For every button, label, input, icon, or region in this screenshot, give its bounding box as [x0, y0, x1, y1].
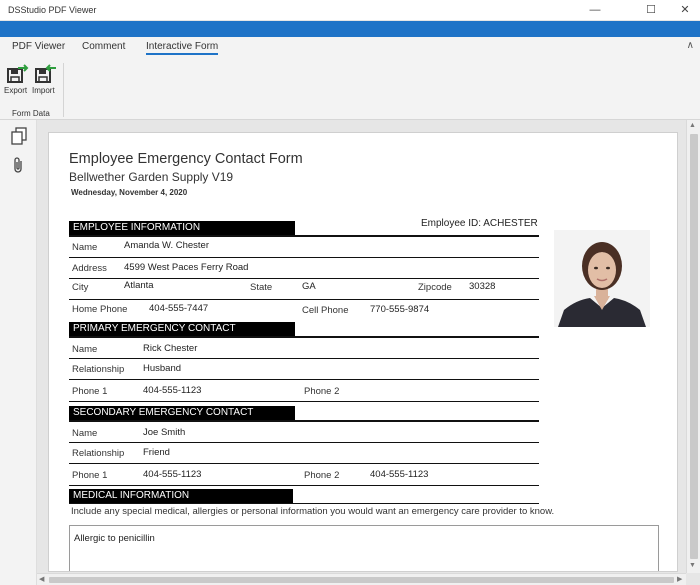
zipcode-field[interactable]: 30328 [469, 281, 495, 292]
divider [69, 379, 539, 380]
group-separator [63, 63, 64, 117]
ribbon-collapse-button[interactable]: ∧ [687, 40, 694, 51]
ribbon-body: Export Import Form Data [0, 59, 700, 120]
divider [69, 485, 539, 486]
secondary-name-field[interactable]: Joe Smith [143, 427, 185, 438]
secondary-name-label: Name [72, 428, 98, 439]
primary-name-label: Name [72, 344, 98, 355]
primary-relationship-label: Relationship [72, 364, 125, 375]
divider [69, 401, 539, 402]
primary-name-field[interactable]: Rick Chester [143, 343, 197, 354]
address-field[interactable]: 4599 West Paces Ferry Road [124, 262, 248, 273]
address-label: Address [72, 263, 107, 274]
vertical-scrollbar[interactable]: ▲ ▼ [686, 120, 700, 573]
scroll-up-icon[interactable]: ▲ [689, 122, 696, 129]
ribbon-tabs: PDF Viewer Comment Interactive Form ∧ [0, 37, 700, 59]
attachment-icon[interactable] [10, 156, 28, 174]
secondary-phone1-label: Phone 1 [72, 470, 108, 481]
divider [69, 235, 539, 237]
home-phone-field[interactable]: 404-555-7447 [149, 303, 208, 314]
window-title: DSStudio PDF Viewer [8, 5, 97, 15]
minimize-button[interactable]: — [580, 0, 610, 21]
person-photo-icon [554, 230, 650, 327]
secondary-phone1-field[interactable]: 404-555-1123 [143, 469, 201, 480]
cell-phone-field[interactable]: 770-555-9874 [370, 304, 429, 315]
medical-info-field[interactable]: Allergic to penicillin [69, 525, 659, 571]
import-icon [35, 64, 56, 83]
divider [69, 420, 539, 422]
home-phone-label: Home Phone [72, 304, 128, 315]
vertical-scroll-thumb[interactable] [690, 134, 698, 559]
tab-interactive-form[interactable]: Interactive Form [146, 41, 219, 55]
divider [69, 463, 539, 464]
state-field[interactable]: GA [302, 281, 316, 292]
form-subtitle: Bellwether Garden Supply V19 [69, 170, 234, 184]
employee-info-heading: EMPLOYEE INFORMATION [69, 221, 295, 235]
import-button[interactable]: Import [32, 63, 60, 95]
name-label: Name [72, 242, 98, 253]
export-label: Export [4, 86, 28, 95]
divider [69, 442, 539, 443]
primary-contact-heading: PRIMARY EMERGENCY CONTACT [69, 322, 295, 336]
export-icon [7, 64, 29, 83]
primary-relationship-field[interactable]: Husband [143, 363, 181, 374]
secondary-relationship-label: Relationship [72, 448, 125, 459]
export-button[interactable]: Export [4, 63, 32, 95]
horizontal-scrollbar[interactable]: ◀ ▶ [37, 573, 686, 585]
import-label: Import [32, 86, 55, 95]
scroll-left-icon[interactable]: ◀ [39, 575, 44, 583]
zipcode-label: Zipcode [418, 282, 452, 293]
maximize-button[interactable]: ☐ [636, 0, 666, 21]
employee-name-field[interactable]: Amanda W. Chester [124, 240, 209, 251]
medical-info-heading: MEDICAL INFORMATION [69, 489, 293, 503]
divider [69, 358, 539, 359]
accent-bar [0, 21, 700, 37]
tab-comment[interactable]: Comment [82, 41, 125, 52]
divider [69, 257, 539, 258]
medical-note: Include any special medical, allergies o… [71, 506, 555, 517]
pages-icon[interactable] [10, 127, 28, 145]
cell-phone-label: Cell Phone [302, 305, 349, 316]
tab-pdf-viewer[interactable]: PDF Viewer [12, 41, 65, 52]
form-date: Wednesday, November 4, 2020 [71, 188, 188, 197]
scroll-right-icon[interactable]: ▶ [677, 575, 682, 583]
close-button[interactable]: ✕ [670, 0, 700, 21]
scroll-down-icon[interactable]: ▼ [689, 562, 696, 569]
medical-info-text: Allergic to penicillin [74, 533, 155, 544]
form-data-group-label: Form Data [12, 109, 50, 118]
secondary-contact-heading: SECONDARY EMERGENCY CONTACT [69, 406, 295, 420]
horizontal-scroll-thumb[interactable] [49, 577, 674, 583]
divider [69, 278, 539, 279]
divider [69, 336, 539, 338]
form-title: Employee Emergency Contact Form [69, 151, 303, 167]
secondary-relationship-field[interactable]: Friend [143, 447, 170, 458]
divider [69, 503, 539, 504]
primary-phone1-label: Phone 1 [72, 386, 108, 397]
left-sidebar [0, 120, 37, 585]
employee-photo [554, 230, 650, 327]
secondary-phone2-field[interactable]: 404-555-1123 [370, 469, 428, 480]
primary-phone2-label: Phone 2 [304, 386, 340, 397]
title-bar: DSStudio PDF Viewer — ☐ ✕ [0, 0, 700, 21]
pdf-page: Employee Emergency Contact Form Bellweth… [48, 132, 678, 572]
state-label: State [250, 282, 273, 293]
primary-phone1-field[interactable]: 404-555-1123 [143, 385, 201, 396]
divider [69, 299, 539, 300]
employee-id: Employee ID: ACHESTER [421, 218, 538, 229]
city-field[interactable]: Atlanta [124, 280, 154, 291]
city-label: City [72, 282, 89, 293]
secondary-phone2-label: Phone 2 [304, 470, 340, 481]
